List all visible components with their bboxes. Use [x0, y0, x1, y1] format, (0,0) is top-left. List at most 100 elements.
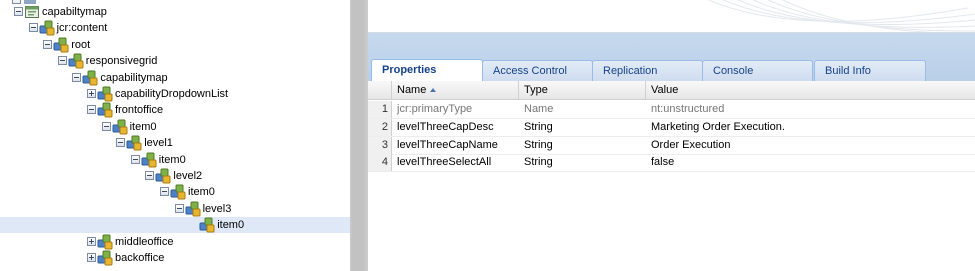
- node-icon: [170, 184, 186, 200]
- right-panel: Properties Access Control Replication Co…: [368, 0, 975, 271]
- banner-swoosh-graphic: [707, 0, 975, 32]
- header-banner: [368, 0, 975, 33]
- tree-node-label: level1: [144, 137, 173, 150]
- tree-node[interactable]: level3: [0, 201, 350, 217]
- tree-node-label: level2: [173, 170, 203, 182]
- table-row[interactable]: 2 levelThreeCapDesc String Marketing Order …: [368, 118, 975, 137]
- name-column-label: Name: [397, 84, 427, 96]
- collapse-icon[interactable]: [116, 138, 126, 148]
- content-tree: capabiltymap jcr:content root responsivegri…: [0, 0, 350, 271]
- collapse-icon[interactable]: [87, 105, 96, 115]
- collapse-icon[interactable]: [145, 171, 155, 180]
- property-name-cell[interactable]: levelThreeSelectAll: [392, 154, 519, 171]
- property-name-cell[interactable]: jcr:primaryType: [392, 101, 519, 118]
- node-icon: [97, 234, 113, 250]
- property-type-cell[interactable]: String: [519, 154, 646, 171]
- property-name-cell[interactable]: levelThreeCapDesc: [392, 119, 519, 136]
- sort-ascending-icon: [430, 88, 437, 92]
- page-icon: [24, 4, 40, 20]
- expand-icon[interactable]: [87, 89, 96, 98]
- type-column-label: Type: [524, 84, 548, 96]
- table-row[interactable]: 1 jcr:primaryType Name nt:unstructured: [368, 101, 975, 119]
- collapse-icon[interactable]: [72, 72, 82, 82]
- tree-node[interactable]: item0: [0, 217, 350, 234]
- collapse-icon[interactable]: [14, 7, 23, 16]
- splitter-grip[interactable]: [354, 0, 363, 271]
- tree-node-label: responsivegrid: [85, 55, 158, 68]
- collapse-icon[interactable]: [43, 39, 53, 49]
- collapse-icon[interactable]: [28, 23, 38, 33]
- tree-node-label: frontoffice: [115, 104, 164, 117]
- collapse-icon[interactable]: [160, 187, 169, 197]
- name-column-header[interactable]: Name: [392, 81, 519, 99]
- tab-console[interactable]: Console: [702, 60, 813, 81]
- tree-node[interactable]: root: [0, 37, 350, 53]
- node-icon: [126, 135, 142, 151]
- property-value-cell[interactable]: nt:unstructured: [646, 101, 975, 118]
- collapse-icon[interactable]: [101, 121, 111, 131]
- property-type-cell[interactable]: String: [519, 119, 646, 136]
- tree-node[interactable]: backoffice: [0, 250, 350, 266]
- tree-node[interactable]: jcr:content: [0, 20, 350, 36]
- node-icon: [68, 53, 84, 69]
- table-row[interactable]: 4 levelThreeSelectAll String false: [368, 154, 975, 173]
- row-number: 1: [368, 101, 392, 118]
- node-icon: [141, 152, 157, 168]
- property-name-cell[interactable]: levelThreeCapName: [392, 137, 519, 154]
- row-number: 2: [368, 118, 392, 136]
- panel-splitter[interactable]: [350, 0, 368, 271]
- node-icon: [112, 119, 128, 135]
- node-icon: [97, 250, 113, 266]
- tree-node-label: item0: [129, 120, 157, 133]
- row-number: 4: [368, 154, 392, 172]
- property-type-cell[interactable]: Name: [519, 101, 646, 118]
- tree-node-label: capabilitymap: [100, 71, 168, 84]
- tree-node[interactable]: level2: [0, 168, 350, 184]
- tree-node[interactable]: item0: [0, 152, 350, 168]
- tab-build-info[interactable]: Build Info: [814, 60, 926, 81]
- tree-node[interactable]: middleoffice: [0, 234, 350, 250]
- grid-header: Name Type Value: [368, 81, 975, 100]
- tree-node[interactable]: responsivegrid: [0, 53, 350, 69]
- tree-node-label: jcr:content: [56, 22, 108, 35]
- tree-node-label: root: [71, 38, 91, 51]
- property-value-cell[interactable]: Marketing Order Execution.: [646, 119, 975, 136]
- collapse-icon[interactable]: [130, 154, 140, 164]
- value-column-label: Value: [651, 84, 679, 96]
- tree-node[interactable]: level1: [0, 135, 350, 151]
- tree-node-label: capabilityDropdownList: [115, 88, 229, 100]
- expand-icon[interactable]: [87, 236, 96, 246]
- tab-properties[interactable]: Properties: [371, 59, 483, 81]
- node-icon: [155, 168, 171, 184]
- node-icon: [39, 20, 55, 36]
- node-icon: [97, 86, 113, 102]
- node-icon: [185, 201, 201, 217]
- tree-node[interactable]: capabilitymap: [0, 70, 350, 86]
- tree-node-label: item0: [158, 153, 186, 166]
- collapse-icon[interactable]: [57, 56, 67, 66]
- value-column-header[interactable]: Value: [646, 81, 975, 99]
- type-column-header[interactable]: Type: [519, 81, 646, 99]
- property-value-cell[interactable]: false: [646, 154, 975, 171]
- tree-node-label: capabiltymap: [42, 6, 107, 18]
- node-icon: [199, 217, 215, 233]
- tab-access-control[interactable]: Access Control: [482, 60, 593, 81]
- tree-node-label: level3: [202, 202, 232, 215]
- tree-node[interactable]: item0: [0, 184, 350, 200]
- tree-node[interactable]: item0: [0, 119, 350, 135]
- node-icon: [53, 37, 69, 53]
- tree-node[interactable]: capabiltymap: [0, 4, 350, 20]
- tree-node[interactable]: capabilityDropdownList: [0, 86, 350, 102]
- node-icon: [97, 102, 113, 118]
- property-type-cell[interactable]: String: [519, 137, 646, 154]
- collapse-icon[interactable]: [174, 203, 184, 213]
- property-value-cell[interactable]: Order Execution: [646, 137, 975, 154]
- tree-node-label: item0: [217, 219, 245, 232]
- tree-node-label: middleoffice: [115, 235, 174, 248]
- expand-icon[interactable]: [87, 253, 96, 262]
- tree-node[interactable]: frontoffice: [0, 102, 350, 118]
- table-row[interactable]: 3 levelThreeCapName String Order Execution: [368, 136, 975, 155]
- node-icon: [82, 70, 98, 86]
- row-number: 3: [368, 136, 392, 154]
- tab-replication[interactable]: Replication: [592, 60, 703, 81]
